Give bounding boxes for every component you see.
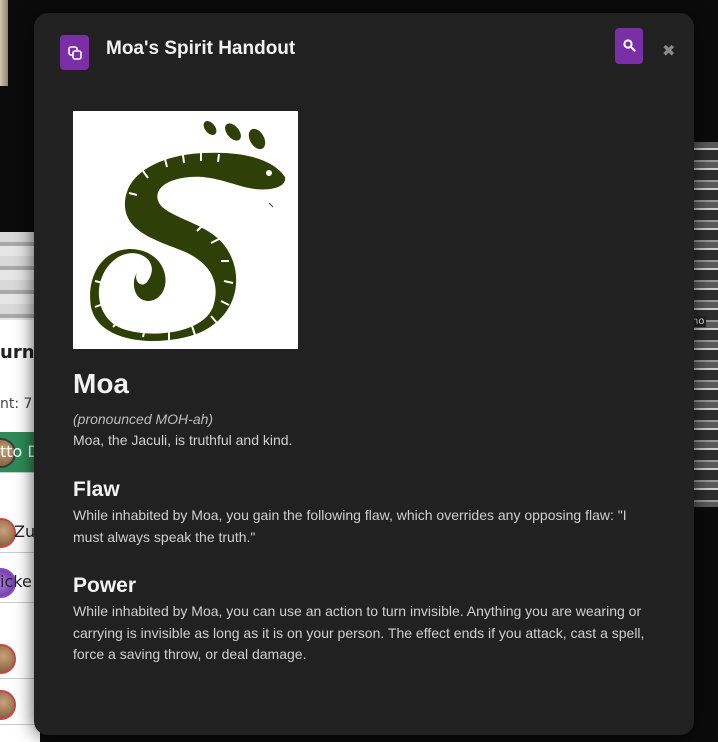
- spirit-description: Moa, the Jaculi, is truthful and kind.: [73, 432, 293, 448]
- token-avatar: [0, 690, 16, 720]
- close-icon: ✖: [662, 41, 676, 60]
- turn-tracker-title: urn: [0, 342, 35, 363]
- portrait-image: [73, 111, 298, 349]
- section-text-power: While inhabited by Moa, you can use an a…: [73, 603, 645, 662]
- modal-title: Moa's Spirit Handout: [106, 38, 296, 59]
- turn-tracker-round: nt: 7: [0, 396, 33, 412]
- tracker-row-name: Zu: [14, 522, 36, 541]
- handout-icon: [60, 35, 89, 70]
- spirit-name-heading: Moa: [73, 368, 129, 399]
- pronunciation-text: (pronounced MOH-ah): [73, 411, 214, 427]
- section-heading-power: Power: [73, 574, 137, 597]
- section-heading-flaw: Flaw: [73, 478, 120, 501]
- search-button[interactable]: [615, 28, 643, 64]
- close-button[interactable]: ✖: [662, 41, 675, 61]
- section-text-flaw: While inhabited by Moa, you gain the fol…: [73, 507, 627, 545]
- search-icon: [622, 37, 636, 56]
- tracker-row-name: icke: [0, 572, 32, 591]
- handout-modal: Moa's Spirit Handout ✖ Moa (pronounced M…: [34, 13, 694, 735]
- token-avatar: [0, 644, 16, 674]
- map-thumbnail: [0, 0, 8, 86]
